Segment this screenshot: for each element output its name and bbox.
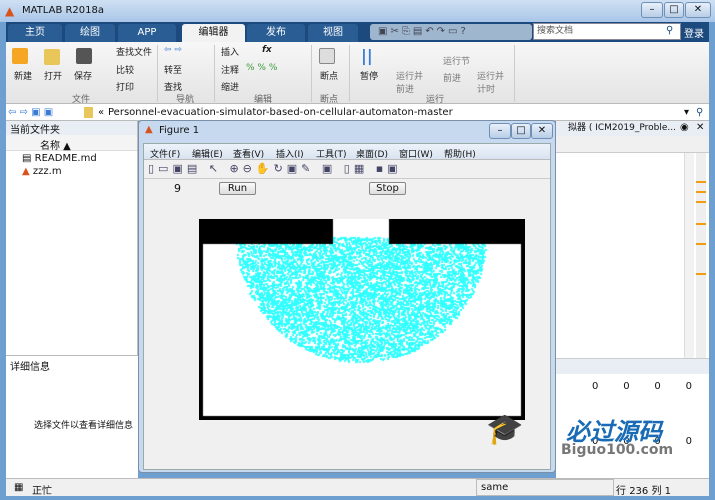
current-folder-panel: 当前文件夹 名称 ▲ ▤ README.md ▲ zzz.m [6,121,138,355]
folder-icon [84,107,93,118]
dropdown-icon[interactable]: ▾ [684,104,689,121]
figure-title: Figure 1 [159,125,199,136]
menu-desktop[interactable]: 桌面(D) [356,147,388,160]
breakpoints-button[interactable]: 断点 [320,69,338,82]
tab-view[interactable]: 视图 [308,24,358,42]
insert-button[interactable]: 插入 [221,45,239,58]
cursor-row: 236 [629,486,648,497]
compare-button[interactable]: 比较 [116,63,134,76]
comment-button[interactable]: 注释 [221,63,239,76]
matlab-logo-icon: ▲ [145,124,153,135]
file-item[interactable]: ▲ zzz.m [22,166,62,177]
open-button[interactable]: 打开 [44,69,62,82]
figure-close-button[interactable]: ✕ [531,123,553,139]
open-folder-icon [44,49,60,65]
workspace-row: 0000 [592,381,692,392]
figure-minimize-button[interactable]: – [489,123,511,139]
window-title: MATLAB R2018a [22,5,104,16]
close-editor-icon[interactable]: ✕ [696,122,704,133]
ribbon: 新建 打开 保存 查找文件 比较 打印 文件 ⇦ ⇨ 转至 查找 导航 插入 f… [6,42,709,104]
details-title: 详细信息 [10,358,50,373]
panel-menu-icon[interactable]: ◉ [680,122,689,133]
graduation-cap-icon: 🎓 [486,412,523,447]
menu-file[interactable]: 文件(F) [150,147,180,160]
matlab-logo-icon: ▲ [5,4,14,18]
code-analyzer-bar [696,153,706,358]
stop-button[interactable]: Stop [369,182,406,195]
pause-button[interactable]: 暂停 [360,69,378,82]
m-file-icon: ▲ [22,166,30,177]
figure-menubar: 文件(F) 编辑(E) 查看(V) 插入(I) 工具(T) 桌面(D) 窗口(W… [144,144,550,160]
file-item[interactable]: ▤ README.md [22,153,97,164]
run-section-button[interactable]: 运行节 [443,54,470,67]
nav-arrows-icon[interactable]: ⇦ ⇨ ▣ ▣ [8,104,53,121]
percent-icon[interactable]: % % % [246,63,277,73]
advance-button[interactable]: 前进 [443,71,461,84]
tab-apps[interactable]: APP [118,24,176,42]
status-busy: 正忙 [32,482,52,497]
tab-editor[interactable]: 编辑器 [182,24,245,42]
search-folder-icon[interactable]: ⚲ [696,104,703,121]
pause-icon: || [361,46,373,65]
address-bar[interactable]: ⇦ ⇨ ▣ ▣ « Personnel-evacuation-simulator… [6,104,709,121]
details-hint: 选择文件以查看详细信息 [34,418,133,431]
search-icon[interactable]: ⚲ [666,25,673,36]
ribbon-tabs: 主页 绘图 APP 编辑器 发布 视图 ▣✂⎘▤↶↷▭? 搜索文档 ⚲ 登录 [6,22,709,42]
menu-window[interactable]: 窗口(W) [399,147,433,160]
panel-title: 当前文件夹 [6,121,137,135]
tab-home[interactable]: 主页 [8,24,62,42]
new-icon [12,48,28,64]
menu-tools[interactable]: 工具(T) [316,147,347,160]
file-icon: ▤ [22,153,31,164]
figure-maximize-button[interactable]: □ [511,123,531,139]
watermark: 🎓 必过源码 Biguo100.com [486,412,686,462]
tab-publish[interactable]: 发布 [247,24,305,42]
indent-button[interactable]: 缩进 [221,80,239,93]
goto-button[interactable]: 转至 [164,63,182,76]
run-button[interactable]: Run [219,182,256,195]
column-header-name[interactable]: 名称 ▲ [6,135,137,151]
current-path[interactable]: Personnel-evacuation-simulator-based-on-… [108,104,453,121]
figure-toolbar[interactable]: ▯▭▣▤ ↖ ⊕⊖✋↻▣✎ ▣ ▯▦ ▪▣ [144,160,550,179]
print-button[interactable]: 打印 [116,80,134,93]
quick-access-toolbar[interactable]: ▣✂⎘▤↶↷▭? [370,24,532,40]
step-counter: 9 [174,182,181,195]
evacuation-simulation-plot [199,219,525,420]
menu-insert[interactable]: 插入(I) [276,147,304,160]
save-icon [76,48,92,64]
new-button[interactable]: 新建 [14,69,32,82]
menu-edit[interactable]: 编辑(E) [192,147,223,160]
run-time-button[interactable]: 运行并计时 [477,69,507,95]
menu-help[interactable]: 帮助(H) [444,147,476,160]
editor-panel: 拟器 ( ICM2019_Proble... ◉ ✕ [556,121,709,358]
title-bar: ▲ MATLAB R2018a – □ ✕ [0,0,715,22]
run-advance-button[interactable]: 运行并前进 [396,69,426,95]
save-button[interactable]: 保存 [74,69,92,82]
menu-view[interactable]: 查看(V) [233,147,264,160]
back-arrow-icon[interactable]: ⇦ ⇨ [164,45,182,55]
login-link[interactable]: 登录 [684,25,704,40]
close-button[interactable]: ✕ [685,2,711,18]
cursor-col: 1 [665,486,671,497]
status-message: same [476,479,614,496]
editor-scrollbar[interactable] [684,153,694,358]
breakpoints-icon [319,48,335,64]
maximize-button[interactable]: □ [664,2,684,18]
find-files-button[interactable]: 查找文件 [116,45,152,58]
search-input[interactable]: 搜索文档 [533,23,681,40]
tab-plots[interactable]: 绘图 [65,24,115,42]
fx-button[interactable]: fx [262,45,272,55]
minimize-button[interactable]: – [641,2,663,18]
details-panel: 详细信息 选择文件以查看详细信息 [6,355,138,478]
status-bar: ▦ 正忙 same 行 236 列 1 [6,478,709,496]
